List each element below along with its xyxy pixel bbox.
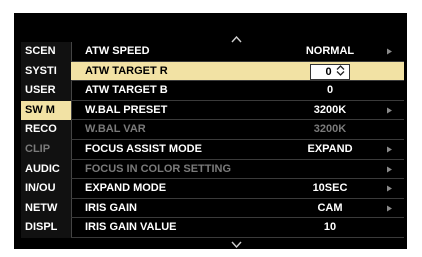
menu-row-label: FOCUS ASSIST MODE	[85, 142, 202, 155]
menu-category-sidebar: SCEN SYSTI USER SW M RECO CLIP AUDIC IN/OU NETW D…	[21, 42, 72, 238]
menu-row-label: W.BAL PRESET	[85, 103, 168, 116]
menu-row-value: 10SEC	[312, 182, 348, 195]
menu-row-value: 0	[326, 84, 334, 97]
menu-row-focus-assist-mode[interactable]: FOCUS ASSIST MODE EXPAND	[71, 140, 404, 160]
menu-row-focus-in-color-setting[interactable]: FOCUS IN COLOR SETTING	[71, 160, 404, 180]
sidebar-item-systi[interactable]: SYSTI	[21, 62, 71, 82]
menu-row-iris-gain[interactable]: IRIS GAIN CAM	[71, 199, 404, 219]
menu-row-value: EXPAND	[307, 142, 353, 155]
sidebar-item-sw-m[interactable]: SW M	[21, 100, 71, 121]
sidebar-item-scen[interactable]: SCEN	[21, 42, 71, 62]
menu-row-value: 3200K	[313, 123, 347, 136]
menu-row-value: NORMAL	[305, 45, 355, 57]
menu-row-atw-target-b[interactable]: ATW TARGET B 0	[71, 81, 404, 101]
sidebar-item-in-ou[interactable]: IN/OU	[21, 179, 71, 199]
up-down-spin-icon[interactable]	[336, 64, 345, 76]
menu-row-label: EXPAND MODE	[85, 182, 167, 195]
menu-settings-panel: ATW SPEED NORMAL ATW TARGET R 0 ATW TARGET B…	[71, 42, 404, 238]
edit-field-value: 0	[325, 65, 332, 78]
menu-row-label: IRIS GAIN VALUE	[85, 221, 177, 234]
sidebar-item-reco[interactable]: RECO	[21, 120, 71, 140]
menu-row-value: 0	[284, 62, 376, 83]
menu-row-expand-mode[interactable]: EXPAND MODE 10SEC	[71, 179, 404, 199]
menu-row-label: ATW TARGET R	[85, 64, 168, 77]
menu-row-value: CAM	[317, 201, 343, 214]
menu-row-w-bal-var[interactable]: W.BAL VAR 3200K	[71, 120, 404, 140]
menu-row-atw-target-r[interactable]: ATW TARGET R 0	[71, 61, 404, 83]
menu-row-value: 3200K	[313, 103, 347, 116]
menu-row-iris-gain-value[interactable]: IRIS GAIN VALUE 10	[71, 218, 404, 238]
menu-row-atw-speed[interactable]: ATW SPEED NORMAL	[71, 42, 404, 62]
menu-row-label: W.BAL VAR	[85, 123, 146, 136]
menu-row-w-bal-preset[interactable]: W.BAL PRESET 3200K	[71, 101, 404, 121]
menu-row-value: 10	[323, 221, 337, 234]
sidebar-item-displ[interactable]: DISPL	[21, 218, 71, 238]
chevron-down-icon[interactable]	[231, 240, 242, 249]
camera-menu-screen: SCEN SYSTI USER SW M RECO CLIP AUDIC IN/OU NETW D…	[14, 13, 407, 249]
menu-row-label: IRIS GAIN	[85, 201, 137, 214]
menu-row-label: FOCUS IN COLOR SETTING	[85, 162, 232, 175]
sidebar-item-netw[interactable]: NETW	[21, 199, 71, 219]
sidebar-item-audic[interactable]: AUDIC	[21, 160, 71, 180]
menu-row-label: ATW SPEED	[85, 45, 150, 57]
menu-row-label: ATW TARGET B	[85, 84, 168, 97]
sidebar-item-user[interactable]: USER	[21, 81, 71, 101]
sidebar-item-clip[interactable]: CLIP	[21, 140, 71, 160]
value-edit-field[interactable]: 0	[310, 63, 350, 80]
